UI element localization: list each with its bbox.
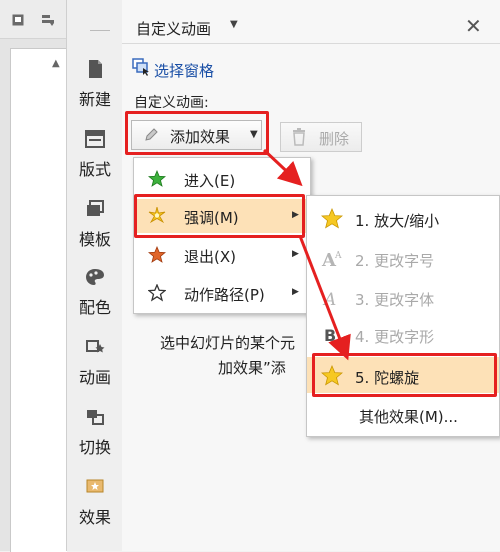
toolbar-template-label: 模板 (78, 230, 111, 249)
slide-canvas[interactable] (10, 48, 67, 552)
toolbar-transition-button[interactable]: 切换 (67, 408, 123, 458)
svg-text:A: A (322, 290, 336, 309)
select-pane-link[interactable]: 选择窗格 (132, 58, 215, 80)
transition-icon (87, 410, 104, 425)
close-icon[interactable]: ✕ (465, 14, 482, 38)
select-pane-label: 选择窗格 (154, 62, 215, 80)
toolbar-color-button[interactable]: 配色 (67, 268, 123, 318)
new-file-icon (89, 60, 102, 78)
panel-divider (122, 43, 500, 44)
submenu-item-change-font-size[interactable]: AA 2. 更改字号 (307, 240, 499, 276)
toolbar-separator (90, 30, 110, 31)
highlight-box-add-effect (125, 111, 269, 155)
red-star-icon (148, 246, 166, 263)
menu-item-label: 退出(X) (184, 248, 236, 266)
outline-star-icon (148, 284, 166, 302)
submenu-arrow-icon: ▶ (292, 173, 299, 183)
submenu-item-label: 2. 更改字号 (355, 252, 435, 270)
menu-item-label: 进入(E) (184, 172, 236, 190)
template-icon (87, 200, 104, 216)
menu-item-motion-path[interactable]: 动作路径(P) ▶ (134, 276, 310, 310)
submenu-arrow-icon: ▶ (292, 249, 299, 259)
help-text-line-2: 加效果”添 (218, 359, 286, 377)
menu-item-label: 动作路径(P) (184, 286, 265, 304)
bold-icon: B (324, 326, 336, 345)
submenu-item-change-style[interactable]: B 4. 更改字形 (307, 316, 499, 352)
svg-text:B: B (324, 326, 336, 345)
font-size-icon: AA (321, 250, 342, 270)
more-effects-link[interactable]: 其他效果(M)... (359, 406, 458, 427)
highlight-box-spin (312, 353, 497, 397)
emphasis-submenu: 1. 放大/缩小 AA 2. 更改字号 A 3. 更改字体 B 4. 更改字形 … (306, 195, 500, 437)
outline-view-icon[interactable] (42, 14, 54, 26)
trash-icon (293, 128, 305, 146)
panel-dropdown-icon[interactable]: ▼ (230, 19, 238, 30)
toolbar-layout-label: 版式 (78, 160, 111, 179)
help-text-line-1: 选中幻灯片的某个元 (160, 334, 296, 352)
animation-icon (86, 340, 105, 353)
green-star-icon (148, 170, 166, 187)
star-icon (321, 208, 343, 229)
toolbar-transition-label: 切换 (78, 438, 111, 457)
toolbar-new-button[interactable]: 新建 (67, 60, 123, 110)
scroll-up-icon[interactable]: ▲ (52, 58, 60, 69)
submenu-arrow-icon: ▶ (292, 287, 299, 297)
menu-item-exit[interactable]: 退出(X) ▶ (134, 238, 310, 272)
custom-animation-label: 自定义动画: (134, 95, 209, 111)
effect-icon (86, 479, 104, 493)
font-icon: A (322, 290, 336, 309)
palette-icon (86, 269, 104, 285)
submenu-item-grow-shrink[interactable]: 1. 放大/缩小 (307, 200, 499, 236)
highlight-box-emphasis (134, 194, 305, 238)
toolbar-template-button[interactable]: 模板 (67, 200, 123, 250)
submenu-item-change-font[interactable]: A 3. 更改字体 (307, 279, 499, 315)
toolbar-animation-label: 动画 (78, 368, 111, 387)
submenu-item-label: 1. 放大/缩小 (355, 212, 440, 230)
delete-label: 删除 (319, 130, 350, 148)
select-pane-icon (132, 58, 149, 76)
toolbar-effect-button[interactable]: 效果 (67, 478, 123, 528)
toolbar-new-label: 新建 (78, 90, 111, 109)
svg-text:A: A (334, 251, 342, 261)
submenu-item-label: 3. 更改字体 (355, 291, 435, 309)
layout-icon (85, 130, 105, 148)
panel-title: 自定义动画 (136, 20, 212, 38)
toolbar-animation-button[interactable]: 动画 (67, 338, 123, 388)
toolbar-layout-button[interactable]: 版式 (67, 130, 123, 180)
toolbar-effect-label: 效果 (78, 508, 111, 527)
slide-view-icon[interactable] (12, 14, 24, 26)
slide-topbar (0, 0, 66, 39)
toolbar-color-label: 配色 (78, 298, 111, 317)
delete-button[interactable]: 删除 (280, 122, 362, 152)
menu-item-entrance[interactable]: 进入(E) ▶ (134, 162, 310, 196)
submenu-item-label: 4. 更改字形 (355, 328, 435, 346)
